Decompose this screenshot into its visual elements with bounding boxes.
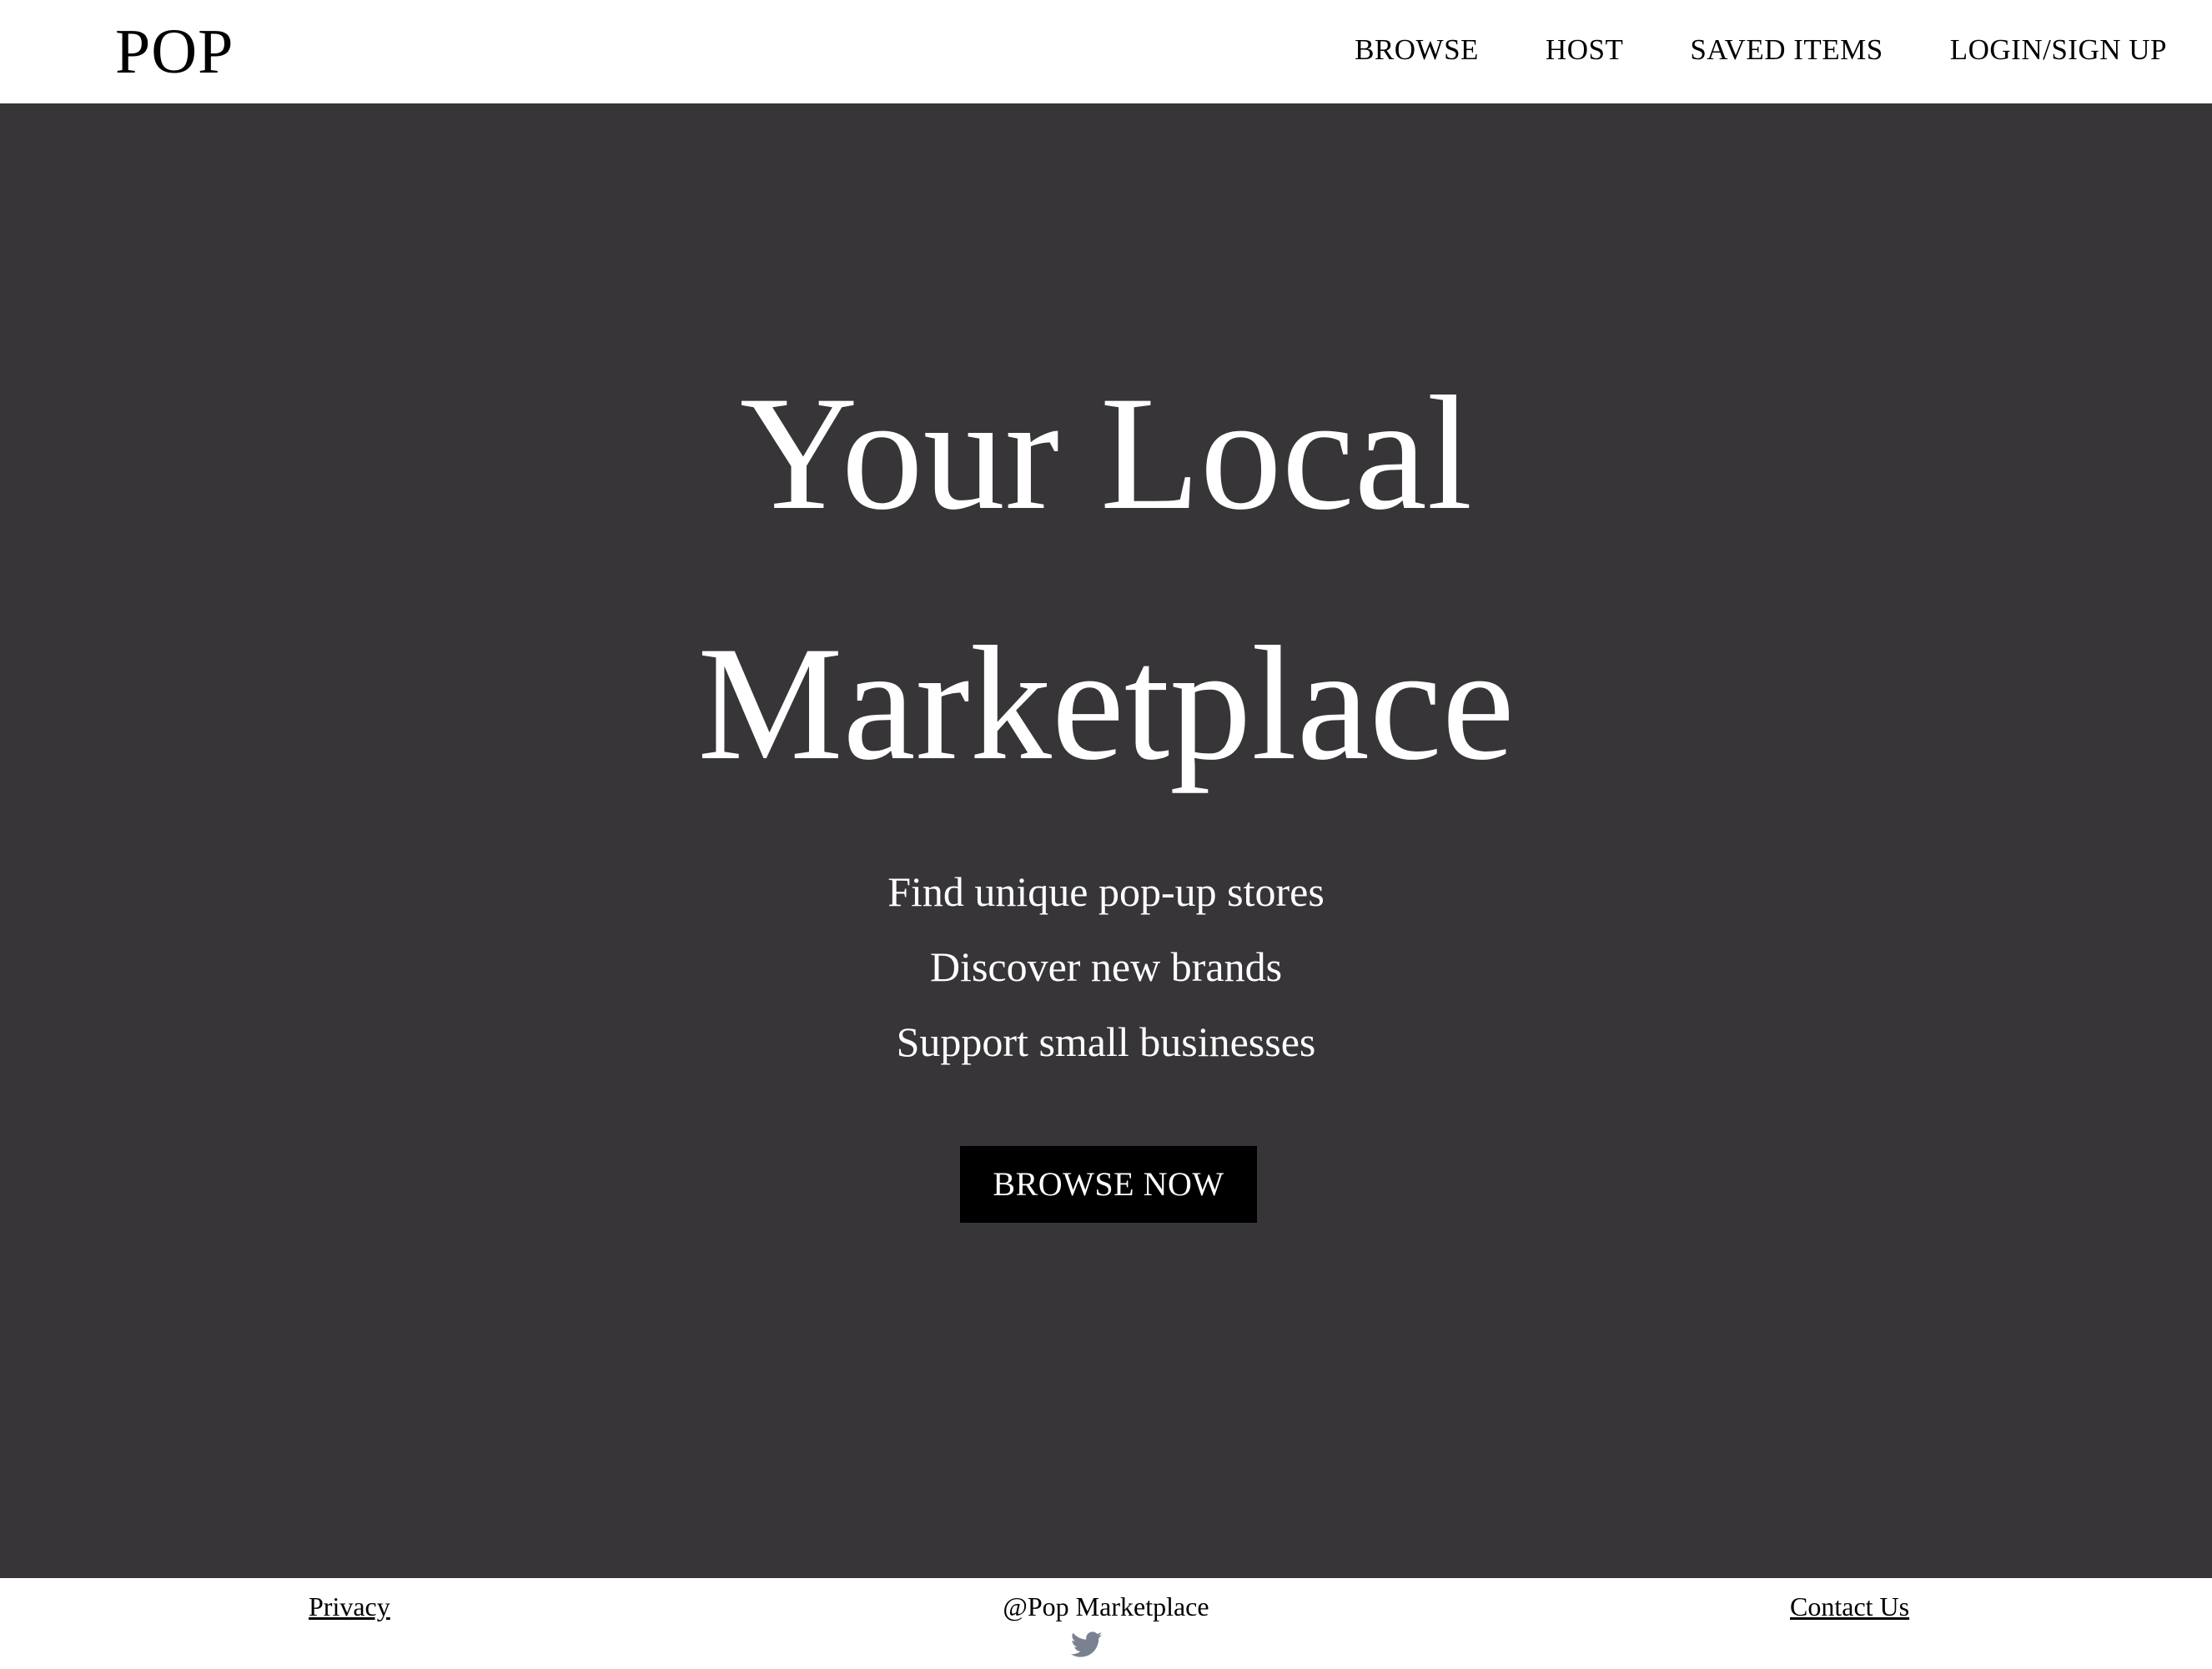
taglines: Find unique pop-up stores Discover new b… [0, 854, 2212, 1079]
hero-section: Your Local Marketplace Find unique pop-u… [0, 103, 2212, 1578]
nav-host[interactable]: HOST [1546, 33, 1623, 67]
hero-title: Your Local Marketplace [0, 329, 2212, 829]
nav-login-signup[interactable]: LOGIN/SIGN UP [1950, 33, 2167, 67]
twitter-icon[interactable] [1071, 1631, 1103, 1658]
browse-now-button[interactable]: BROWSE NOW [960, 1146, 1257, 1223]
logo[interactable]: POP [115, 18, 234, 85]
hero-title-line-1: Your Local [739, 363, 1473, 544]
tagline-find-stores: Find unique pop-up stores [887, 868, 1325, 915]
tagline-discover-brands: Discover new brands [929, 943, 1283, 990]
main-nav: BROWSE HOST SAVED ITEMS LOGIN/SIGN UP [1355, 25, 2167, 75]
hero-title-line-2: Marketplace [697, 613, 1515, 794]
nav-saved-items[interactable]: SAVED ITEMS [1690, 33, 1883, 67]
tagline-support-businesses: Support small businesses [896, 1018, 1316, 1065]
site-footer: Privacy @Pop Marketplace Contact Us [0, 1578, 2212, 1669]
nav-browse[interactable]: BROWSE [1355, 33, 1479, 67]
site-header: POP BROWSE HOST SAVED ITEMS LOGIN/SIGN U… [0, 0, 2212, 103]
contact-us-link[interactable]: Contact Us [1790, 1590, 1909, 1623]
